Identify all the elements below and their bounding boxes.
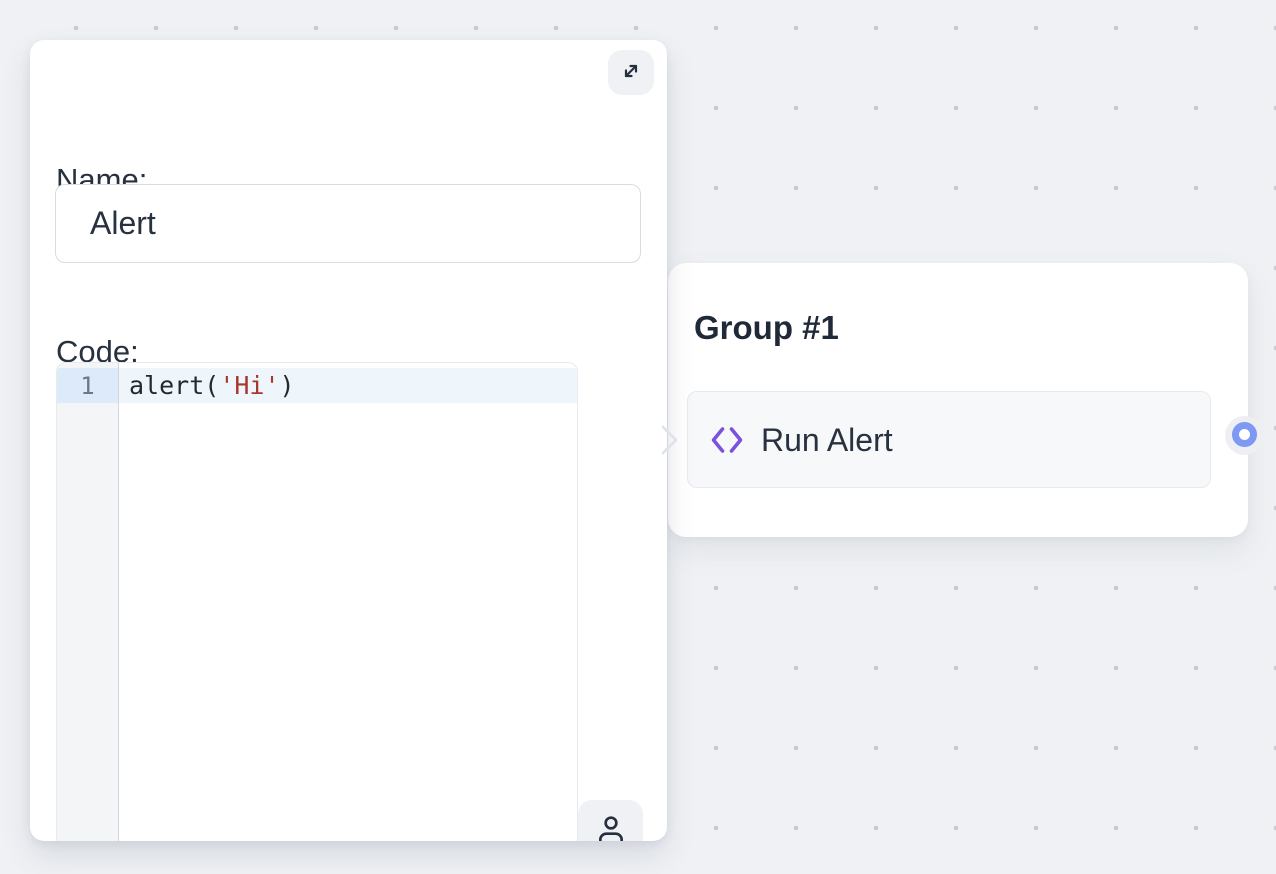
flow-canvas[interactable]: Group #1 Run Alert Name: Code:: [0, 0, 1276, 874]
code-editor[interactable]: 1 alert('Hi'): [56, 362, 578, 841]
name-input[interactable]: [55, 184, 641, 263]
run-alert-node-label: Run Alert: [761, 424, 893, 456]
expand-diagonal-icon: [619, 59, 643, 86]
group-node-card[interactable]: Group #1 Run Alert: [668, 263, 1248, 537]
run-alert-node[interactable]: Run Alert: [687, 391, 1211, 488]
code-token: ): [280, 371, 295, 400]
node-editor-panel: Name: Code: 1 alert('Hi'): [30, 40, 667, 841]
code-line[interactable]: 1 alert('Hi'): [57, 368, 577, 403]
editor-gutter: [57, 363, 119, 841]
person-icon: [595, 813, 627, 841]
code-token-string: 'Hi': [219, 371, 279, 400]
group-title: Group #1: [694, 307, 839, 349]
code-line-content[interactable]: alert('Hi'): [119, 368, 577, 403]
code-token: alert(: [129, 371, 219, 400]
expand-button[interactable]: [608, 50, 654, 95]
line-number: 1: [57, 368, 119, 403]
output-handle[interactable]: [1232, 422, 1257, 447]
user-button[interactable]: [578, 800, 643, 841]
input-connector-chevron-icon: [659, 422, 681, 458]
code-brackets-icon: [710, 426, 744, 454]
